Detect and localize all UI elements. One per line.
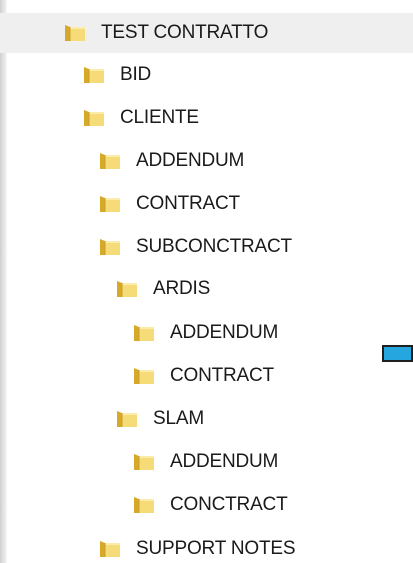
tree-item-label: ADDENDUM [136, 150, 245, 171]
folder-icon [82, 108, 106, 128]
tree-item-label: SLAM [153, 408, 204, 429]
folder-icon [98, 194, 122, 214]
tree-item-label: CONTRACT [170, 365, 274, 386]
tree-item-label: BID [120, 64, 152, 85]
tree-item-contract-cliente[interactable]: CONTRACT [98, 184, 240, 224]
blue-marker [382, 345, 413, 362]
folder-icon [132, 323, 156, 343]
tree-item-label: SUBCONCTRACT [136, 236, 292, 257]
tree-item-slam[interactable]: SLAM [115, 399, 204, 439]
tree-item-label: ARDIS [153, 278, 211, 299]
folder-icon [98, 237, 122, 257]
tree-item-label: CLIENTE [120, 107, 199, 128]
tree-item-addendum-ardis[interactable]: ADDENDUM [132, 313, 278, 353]
tree-item-cliente[interactable]: CLIENTE [82, 98, 199, 138]
tree-item-label: ADDENDUM [170, 451, 279, 472]
window-edge [0, 0, 7, 563]
tree-item-label: CONTRACT [136, 193, 240, 214]
folder-icon [132, 366, 156, 386]
folder-icon [115, 279, 139, 299]
tree-item-support-notes[interactable]: SUPPORT NOTES [98, 529, 295, 563]
folder-icon [98, 151, 122, 171]
folder-tree: TEST CONTRATTO BID CLIENTE ADDENDUM CONT… [0, 0, 413, 563]
folder-icon [132, 452, 156, 472]
tree-item-label: SUPPORT NOTES [136, 538, 296, 559]
tree-item-contract-ardis[interactable]: CONTRACT [132, 356, 274, 396]
tree-item-addendum-cliente[interactable]: ADDENDUM [98, 141, 244, 181]
folder-icon [98, 539, 122, 559]
tree-item-label: ADDENDUM [170, 322, 279, 343]
tree-item-ardis[interactable]: ARDIS [115, 269, 210, 309]
folder-icon [63, 23, 87, 43]
tree-item-conctract-slam[interactable]: CONCTRACT [132, 485, 288, 525]
folder-icon [132, 495, 156, 515]
tree-item-bid[interactable]: BID [82, 55, 151, 95]
folder-icon [115, 409, 139, 429]
folder-icon [82, 65, 106, 85]
tree-item-subconctract[interactable]: SUBCONCTRACT [98, 227, 292, 267]
tree-item-test-contratto[interactable]: TEST CONTRATTO [0, 13, 413, 53]
tree-item-label: TEST CONTRATTO [101, 22, 269, 43]
tree-item-label: CONCTRACT [170, 494, 288, 515]
tree-item-addendum-slam[interactable]: ADDENDUM [132, 442, 278, 482]
